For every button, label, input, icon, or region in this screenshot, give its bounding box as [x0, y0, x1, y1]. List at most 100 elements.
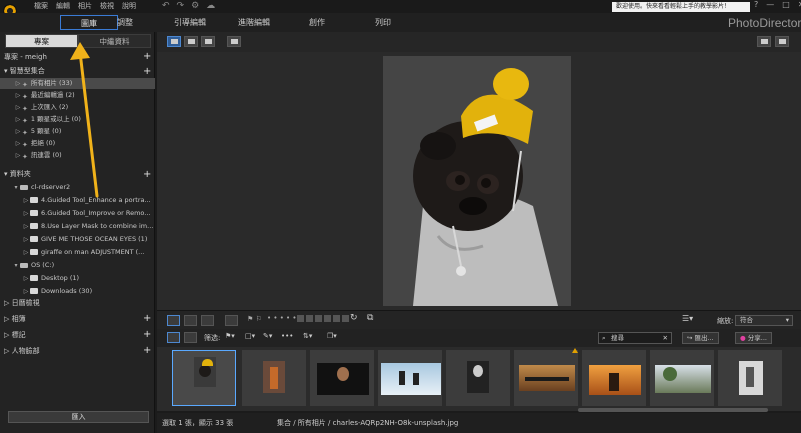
tab-print[interactable]: 列印: [366, 15, 400, 30]
notice-banner[interactable]: 歡迎使用。快來看看輕鬆上手的教學影片！: [612, 2, 750, 12]
flag-icon[interactable]: ⚑ ⚐: [247, 315, 262, 323]
menu-help[interactable]: 說明: [122, 1, 136, 11]
left-tabs: 專案 中繼資料: [5, 34, 151, 48]
redo-icon[interactable]: ↷: [177, 1, 185, 11]
add-tag-icon[interactable]: +: [143, 330, 151, 340]
thumbnail-penguins[interactable]: [378, 350, 442, 406]
maximize-button[interactable]: □: [782, 0, 790, 9]
drive-icon: [20, 184, 28, 190]
thumbnail-pug[interactable]: [172, 350, 236, 406]
folder-item[interactable]: ▷ 6.Guided Tool_Improve or Remo...: [0, 208, 155, 219]
filmstrip-scrollbar[interactable]: [578, 408, 768, 412]
face-tag-button[interactable]: [225, 315, 238, 326]
multi-view-button[interactable]: [201, 315, 214, 326]
tab-guided[interactable]: 引導編輯: [168, 15, 212, 30]
undo-icon[interactable]: ↶: [162, 1, 170, 11]
list-view-button[interactable]: [184, 332, 197, 343]
filter-edit-icon[interactable]: ✎▾: [263, 332, 272, 340]
smart-collection-header[interactable]: ▾ 智慧型集合: [4, 66, 45, 76]
filter-more-icon[interactable]: •••: [281, 332, 293, 340]
folder-item[interactable]: ▷ giraffe on man ADJUSTMENT (...: [0, 247, 155, 258]
rating-dots[interactable]: • • • • •: [267, 314, 297, 322]
quick-actions: ↶ ↷ ⚙ ☁: [162, 1, 215, 11]
tags-header[interactable]: ▷ 標記: [4, 330, 26, 340]
folder-item[interactable]: ▷ 8.Use Layer Mask to combine im...: [0, 221, 155, 232]
folders-header[interactable]: ▾ 資料夾: [4, 169, 31, 179]
add-smart-collection-icon[interactable]: +: [143, 67, 151, 77]
hand-tool-icon[interactable]: [775, 36, 789, 47]
view-mode-button[interactable]: [227, 36, 241, 47]
list-item[interactable]: ▷ ✦ 所有相片 (33): [0, 78, 155, 89]
folder-item[interactable]: ▷ Downloads (30): [0, 286, 155, 297]
dual-view-button[interactable]: [184, 315, 197, 326]
add-project-icon[interactable]: +: [143, 52, 151, 62]
menu-view[interactable]: 檢視: [100, 1, 114, 11]
clear-search-icon[interactable]: ✕: [663, 333, 668, 343]
folder-item[interactable]: ▷ 4.Guided Tool_Enhance a portra...: [0, 195, 155, 206]
albums-header[interactable]: ▷ 相簿: [4, 314, 26, 324]
list-item[interactable]: ▷ ✦ 最近編輯過 (2): [0, 90, 155, 101]
help-button[interactable]: ?: [754, 0, 758, 9]
zoom-tool-icon[interactable]: [757, 36, 771, 47]
color-labels[interactable]: [297, 315, 349, 324]
sort-icon[interactable]: ☰▾: [682, 314, 693, 323]
minimize-button[interactable]: —: [766, 0, 774, 9]
view-compare-button[interactable]: [201, 36, 215, 47]
folder-icon: [30, 249, 38, 255]
settings-icon[interactable]: ⚙: [191, 1, 199, 11]
menu-bar: 檔案 編輯 相片 檢視 說明: [34, 1, 136, 11]
filmstrip-view-button[interactable]: [167, 332, 180, 343]
add-album-icon[interactable]: +: [143, 314, 151, 324]
sort-order-icon[interactable]: ⇅▾: [303, 332, 312, 340]
menu-edit[interactable]: 編輯: [56, 1, 70, 11]
folder-item[interactable]: ▷ Desktop (1): [0, 273, 155, 284]
compare-icon[interactable]: ⧉: [367, 313, 373, 323]
thumbnail-man[interactable]: [310, 350, 374, 406]
zoom-select[interactable]: 符合 ▾: [735, 315, 793, 326]
thumbnail-giraffes[interactable]: [650, 350, 714, 406]
menu-file[interactable]: 檔案: [34, 1, 48, 11]
folder-icon: [30, 236, 38, 242]
folder-icon: [30, 275, 38, 281]
list-item[interactable]: ▷ ✦ 上次匯入 (2): [0, 102, 155, 113]
main-photo[interactable]: [383, 56, 571, 306]
add-folder-icon[interactable]: +: [143, 170, 151, 180]
calendar-header[interactable]: ▷ 日曆檢視: [4, 298, 40, 308]
tab-create[interactable]: 創作: [300, 15, 334, 30]
thumbnail-camels[interactable]: [514, 348, 578, 406]
filter-type-icon[interactable]: □▾: [245, 332, 255, 340]
import-button[interactable]: 匯入: [8, 411, 149, 423]
tab-adjust[interactable]: 調整: [104, 15, 146, 30]
folder-item[interactable]: ▷ GIVE ME THOSE OCEAN EYES (1): [0, 234, 155, 245]
filter-flag-icon[interactable]: ⚑▾: [225, 332, 235, 340]
share-button[interactable]: ● 分享...: [735, 332, 772, 344]
cloud-icon[interactable]: ☁: [206, 1, 215, 11]
list-item[interactable]: ▷ ✦ 訊連雲 (0): [0, 150, 155, 161]
add-face-icon[interactable]: +: [143, 346, 151, 356]
tab-metadata[interactable]: 中繼資料: [78, 34, 151, 48]
folder-drive[interactable]: ▾ OS (C:): [0, 260, 155, 271]
search-icon: ⌕: [602, 334, 606, 342]
faces-header[interactable]: ▷ 人物臉部: [4, 346, 40, 356]
module-bar: 圖庫 調整 引導編輯 進階編輯 創作 列印 PhotoDirector: [0, 13, 801, 32]
list-item[interactable]: ▷ ✦ 5 顆星 (0): [0, 126, 155, 137]
tab-project[interactable]: 專案: [5, 34, 78, 48]
view-grid-button[interactable]: [184, 36, 198, 47]
thumbnail-woman[interactable]: [718, 350, 782, 406]
stack-icon[interactable]: ❐▾: [327, 332, 337, 340]
tab-advanced[interactable]: 進階編輯: [232, 15, 276, 30]
search-input[interactable]: ⌕ 搜尋 ✕: [598, 332, 672, 344]
list-item[interactable]: ▷ ✦ 拒絕 (0): [0, 138, 155, 149]
thumbnail-bottle[interactable]: [242, 350, 306, 406]
folder-icon: [30, 210, 38, 216]
list-item[interactable]: ▷ ✦ 1 顆星或以上 (0): [0, 114, 155, 125]
single-view-button[interactable]: [167, 315, 180, 326]
view-loupe-button[interactable]: [167, 36, 181, 47]
thumbnail-couple[interactable]: [582, 350, 646, 406]
filter-label: 筛选:: [204, 334, 221, 342]
folder-server[interactable]: ▾ cl-rdserver2: [0, 182, 155, 193]
thumbnail-bw[interactable]: [446, 350, 510, 406]
rotate-icon[interactable]: ↻: [350, 313, 358, 323]
menu-photo[interactable]: 相片: [78, 1, 92, 11]
export-button[interactable]: ↪ 匯出...: [682, 332, 719, 344]
